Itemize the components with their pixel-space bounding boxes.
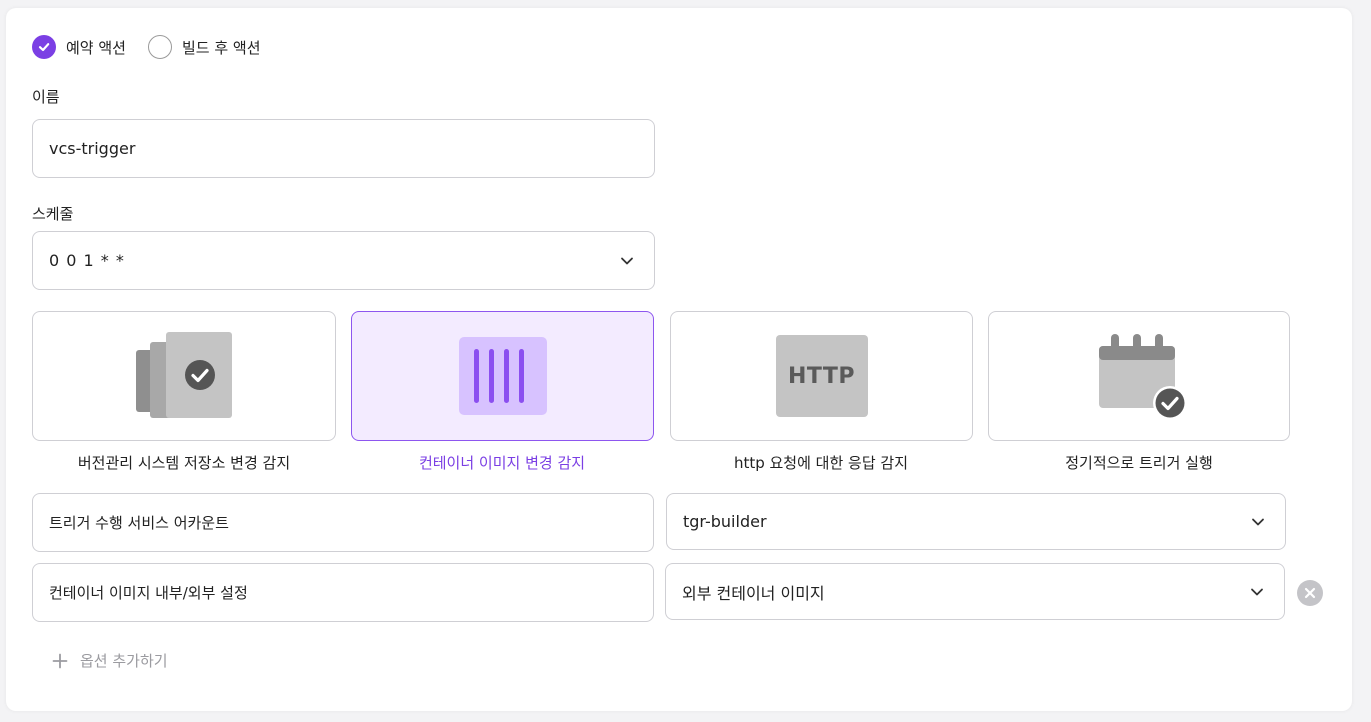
trigger-card-vcs[interactable]: [32, 311, 336, 441]
trigger-card-container-image-label: 컨테이너 이미지 변경 감지: [418, 454, 586, 472]
option-key-input[interactable]: 컨테이너 이미지 내부/외부 설정: [32, 563, 654, 622]
action-type-radio-group: 예약 액션 빌드 후 액션: [32, 34, 283, 60]
option-key-value: 트리거 수행 서비스 어카운트: [49, 514, 229, 532]
option-value-selected: 외부 컨테이너 이미지: [682, 583, 825, 603]
plus-icon: [52, 653, 68, 668]
trigger-card-periodic[interactable]: [988, 311, 1290, 441]
trigger-card-http[interactable]: HTTP: [670, 311, 973, 441]
trigger-card-periodic-label: 정기적으로 트리거 실행: [1065, 454, 1213, 472]
remove-option-button[interactable]: [1297, 580, 1323, 606]
radio-scheduled-action-label: 예약 액션: [66, 38, 126, 57]
name-input-value: vcs-trigger: [49, 139, 136, 158]
schedule-select-value: 0 0 1 * *: [49, 251, 125, 270]
container-image-icon: [458, 337, 547, 415]
name-input[interactable]: vcs-trigger: [32, 119, 655, 178]
radio-scheduled-action[interactable]: 예약 액션: [32, 35, 126, 59]
option-key-value: 컨테이너 이미지 내부/외부 설정: [49, 584, 248, 602]
option-value-select[interactable]: tgr-builder: [666, 493, 1286, 550]
radio-unchecked-icon: [147, 35, 172, 59]
trigger-card-container-image[interactable]: [351, 311, 654, 441]
http-icon: HTTP: [775, 335, 868, 417]
calendar-check-icon: [1099, 334, 1187, 420]
option-value-selected: tgr-builder: [683, 512, 767, 531]
add-option-label: 옵션 추가하기: [80, 652, 168, 670]
chevron-down-icon: [621, 257, 633, 264]
chevron-down-icon: [1252, 518, 1264, 525]
vcs-repository-icon: [136, 332, 232, 418]
option-value-select[interactable]: 외부 컨테이너 이미지: [665, 563, 1285, 620]
schedule-label: 스케줄: [32, 205, 74, 223]
name-label: 이름: [32, 88, 60, 106]
schedule-select[interactable]: 0 0 1 * *: [32, 231, 655, 290]
radio-post-build-action[interactable]: 빌드 후 액션: [147, 35, 261, 59]
trigger-card-http-label: http 요청에 대한 응답 감지: [733, 454, 909, 472]
chevron-down-icon: [1251, 588, 1263, 595]
trigger-card-vcs-label: 버전관리 시스템 저장소 변경 감지: [77, 454, 291, 472]
close-icon: [1304, 587, 1316, 599]
radio-checked-icon: [32, 35, 56, 59]
http-icon-text: HTTP: [787, 363, 856, 389]
radio-post-build-action-label: 빌드 후 액션: [181, 38, 261, 57]
option-key-input[interactable]: 트리거 수행 서비스 어카운트: [32, 493, 654, 552]
add-option-button[interactable]: 옵션 추가하기: [52, 650, 168, 671]
